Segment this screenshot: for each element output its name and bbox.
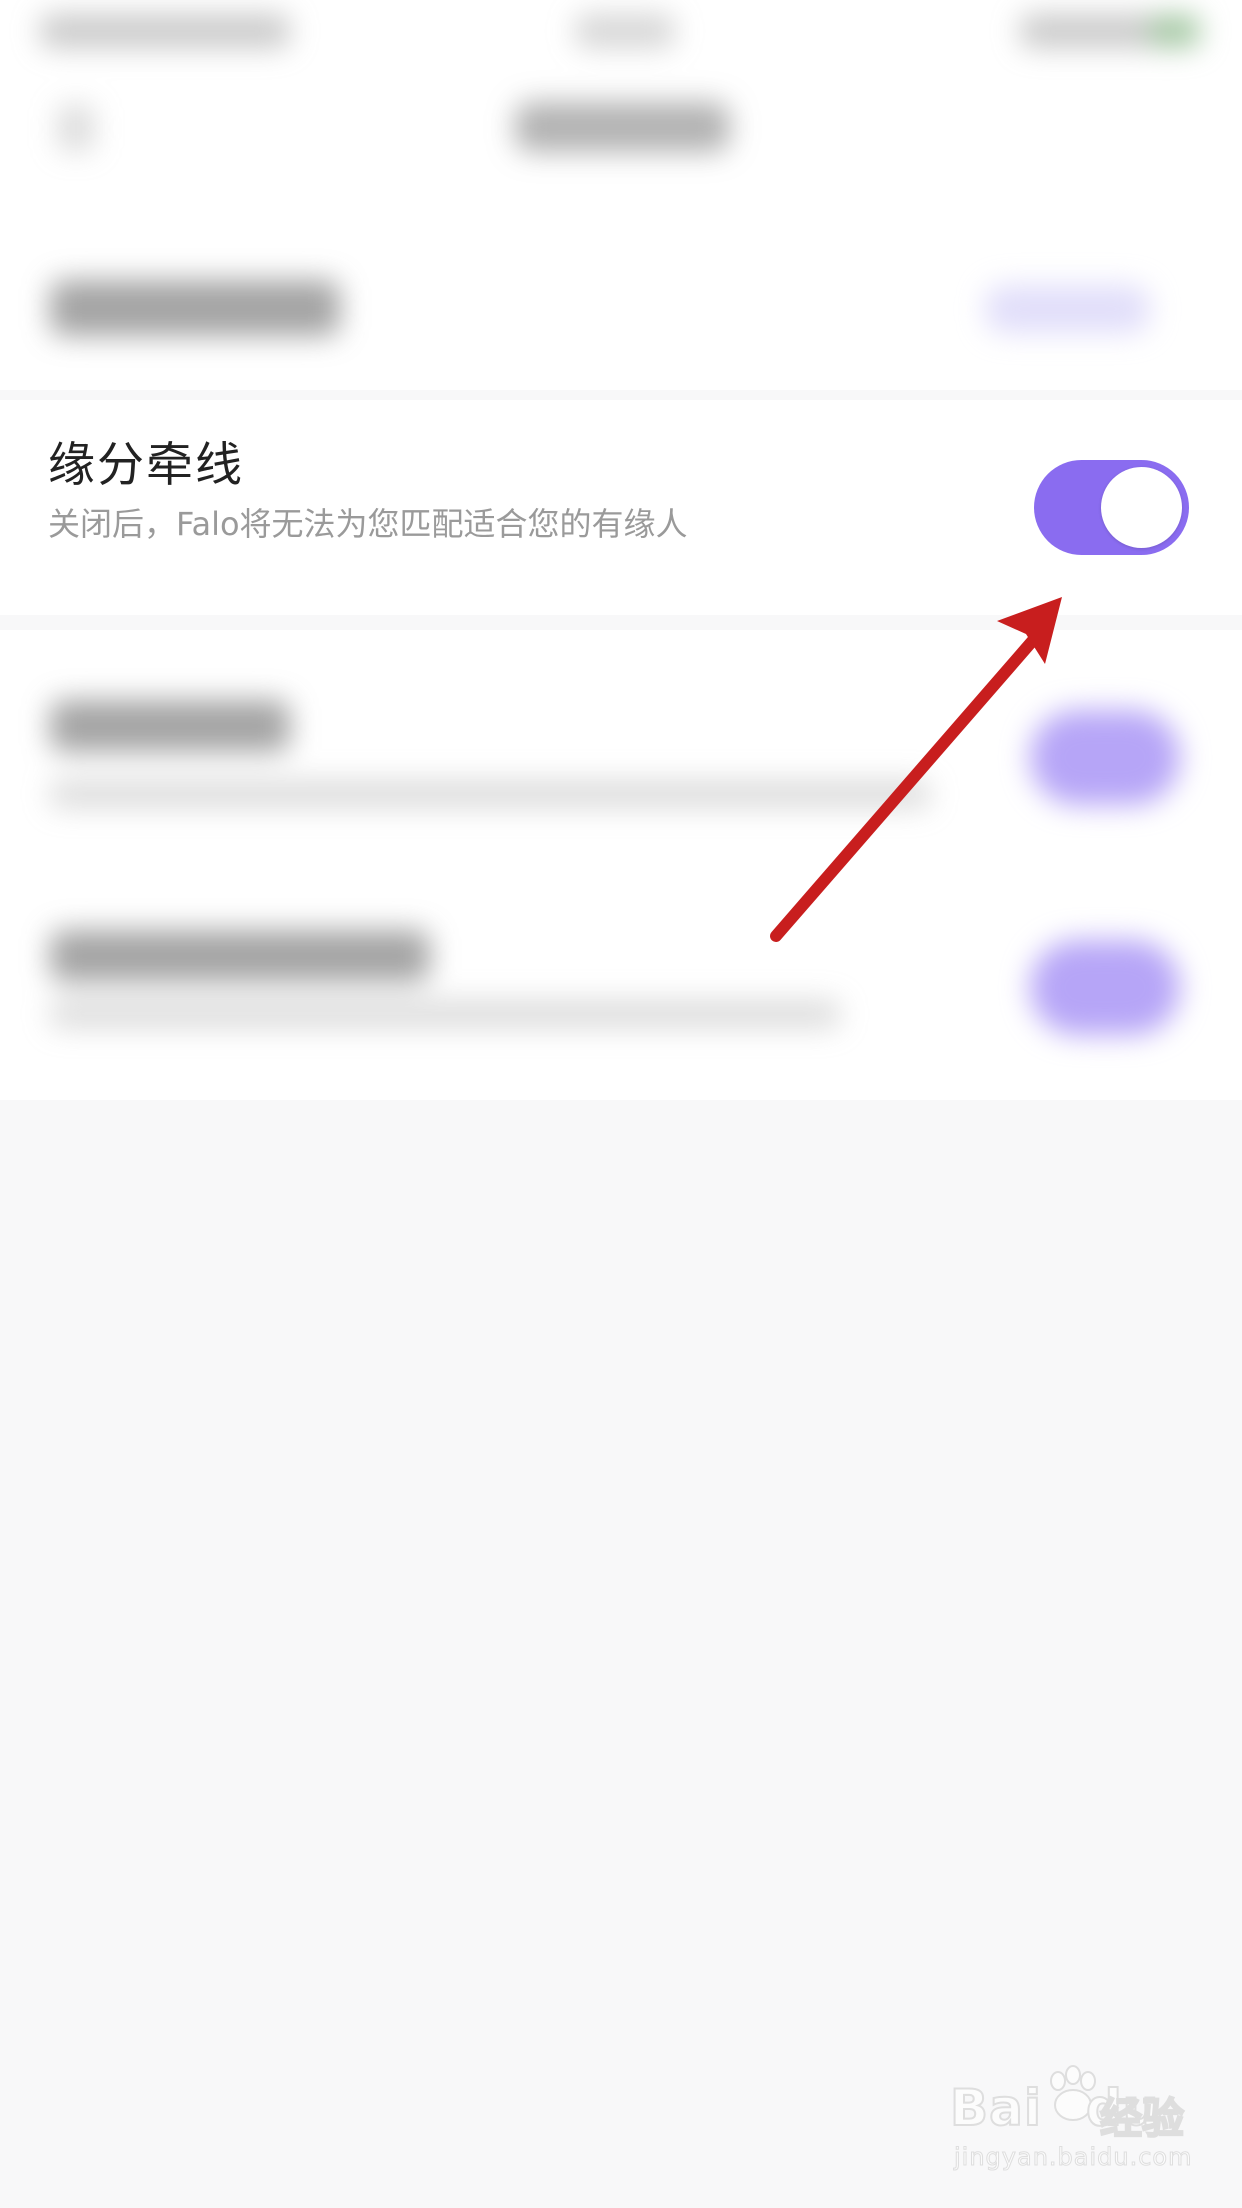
settings-screen: 缘分牵线 关闭后，Falo将无法为您匹配适合您的有缘人 Bai du 经验 ji… bbox=[0, 0, 1242, 2208]
watermark-url: jingyan.baidu.com bbox=[953, 2143, 1193, 2172]
blurred-row-title bbox=[50, 930, 430, 982]
page-title bbox=[515, 102, 730, 152]
blurred-row-action[interactable] bbox=[985, 285, 1150, 333]
status-bar-time bbox=[575, 14, 675, 48]
blurred-row-toggle[interactable] bbox=[1030, 940, 1180, 1035]
blurred-setting-row bbox=[0, 860, 1242, 1100]
blurred-setting-row bbox=[0, 230, 1242, 390]
blurred-setting-row bbox=[0, 630, 1242, 860]
blurred-header bbox=[0, 0, 1242, 230]
setting-description: 关闭后，Falo将无法为您匹配适合您的有缘人 bbox=[48, 505, 688, 543]
blurred-row-title bbox=[50, 280, 340, 336]
setting-title: 缘分牵线 bbox=[48, 438, 244, 493]
blurred-row-description bbox=[50, 1000, 840, 1028]
status-bar-left bbox=[40, 14, 290, 48]
battery-icon bbox=[1150, 16, 1200, 46]
matchmaking-toggle[interactable] bbox=[1034, 460, 1189, 555]
watermark-brand-cn: 经验 bbox=[1099, 2093, 1185, 2144]
blurred-row-toggle[interactable] bbox=[1030, 710, 1180, 805]
back-icon[interactable] bbox=[58, 105, 94, 151]
blurred-row-description bbox=[50, 780, 930, 808]
watermark: Bai du 经验 jingyan.baidu.com bbox=[949, 2065, 1210, 2175]
blurred-row-title bbox=[50, 700, 290, 752]
setting-row-matchmaking: 缘分牵线 关闭后，Falo将无法为您匹配适合您的有缘人 bbox=[0, 400, 1242, 615]
toggle-knob bbox=[1101, 467, 1182, 548]
